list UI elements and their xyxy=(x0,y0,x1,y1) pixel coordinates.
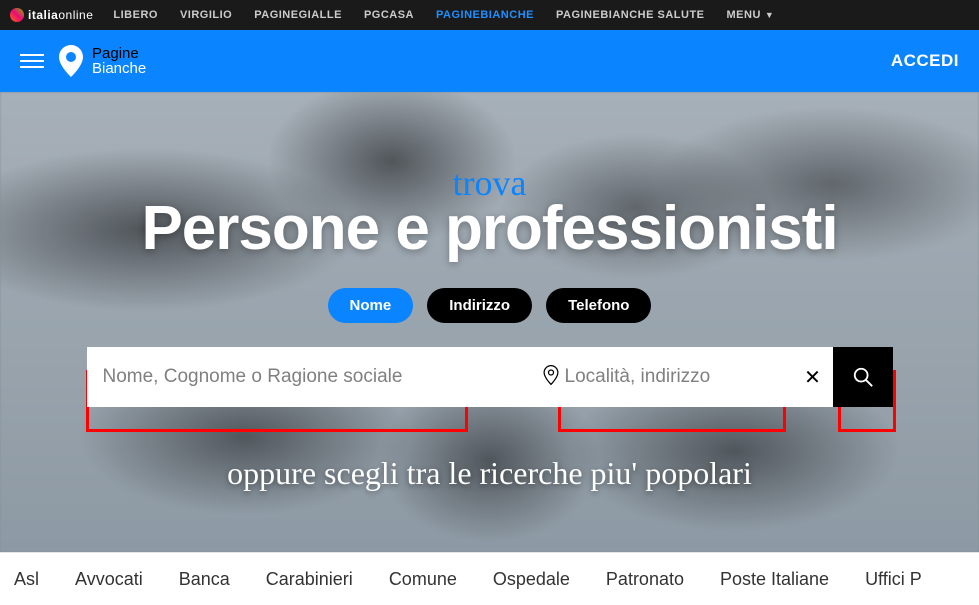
search-bar: ✕ xyxy=(87,347,893,407)
map-pin-icon xyxy=(58,45,84,77)
popular-item[interactable]: Banca xyxy=(179,569,230,590)
search-tabs: Nome Indirizzo Telefono xyxy=(0,288,979,323)
popular-item[interactable]: Avvocati xyxy=(75,569,143,590)
close-icon: ✕ xyxy=(804,365,821,390)
tab-nome[interactable]: Nome xyxy=(328,288,414,323)
popular-item[interactable]: Patronato xyxy=(606,569,684,590)
topbar-link-paginebianche[interactable]: PAGINEBIANCHE xyxy=(436,9,534,21)
search-name-input[interactable] xyxy=(87,347,531,407)
hero-title: Persone e professionisti xyxy=(0,198,979,260)
logo-line1: Pagine xyxy=(92,46,146,61)
search-icon xyxy=(852,366,874,388)
hero-script-bottom: oppure scegli tra le ricerche piu' popol… xyxy=(0,455,979,492)
popular-item[interactable]: Uffici P xyxy=(865,569,922,590)
hamburger-menu-button[interactable] xyxy=(20,54,44,68)
topbar-menu-label: MENU xyxy=(727,9,761,21)
search-location-input[interactable] xyxy=(565,366,740,388)
main-header: Pagine Bianche ACCEDI xyxy=(0,30,979,92)
tab-indirizzo[interactable]: Indirizzo xyxy=(427,288,532,323)
topbar-link-pgcasa[interactable]: PGCASA xyxy=(364,9,414,21)
popular-searches-row: Asl Avvocati Banca Carabinieri Comune Os… xyxy=(0,552,979,605)
popular-item[interactable]: Carabinieri xyxy=(266,569,353,590)
network-topbar: italiaonline LIBERO VIRGILIO PAGINEGIALL… xyxy=(0,0,979,30)
italiaonline-text: italiaonline xyxy=(28,8,93,22)
hero-section: trova Persone e professionisti Nome Indi… xyxy=(0,92,979,552)
search-location-wrap xyxy=(531,347,793,407)
clear-button[interactable]: ✕ xyxy=(793,347,833,407)
topbar-link-virgilio[interactable]: VIRGILIO xyxy=(180,9,232,21)
search-button[interactable] xyxy=(833,347,893,407)
logo-line2: Bianche xyxy=(92,61,146,76)
topbar-menu[interactable]: MENU ▼ xyxy=(727,9,775,21)
popular-item[interactable]: Comune xyxy=(389,569,457,590)
italiaonline-dot-icon xyxy=(10,8,24,22)
site-logo-text[interactable]: Pagine Bianche xyxy=(92,46,146,76)
italiaonline-logo[interactable]: italiaonline xyxy=(10,8,93,22)
topbar-link-paginegialle[interactable]: PAGINEGIALLE xyxy=(254,9,342,21)
popular-item[interactable]: Asl xyxy=(14,569,39,590)
chevron-down-icon: ▼ xyxy=(765,10,774,20)
popular-item[interactable]: Ospedale xyxy=(493,569,570,590)
topbar-link-paginebianche-salute[interactable]: PAGINEBIANCHE SALUTE xyxy=(556,9,705,21)
popular-item[interactable]: Poste Italiane xyxy=(720,569,829,590)
location-pin-icon xyxy=(531,365,565,390)
tab-telefono[interactable]: Telefono xyxy=(546,288,651,323)
topbar-link-libero[interactable]: LIBERO xyxy=(113,9,158,21)
login-button[interactable]: ACCEDI xyxy=(891,51,959,71)
